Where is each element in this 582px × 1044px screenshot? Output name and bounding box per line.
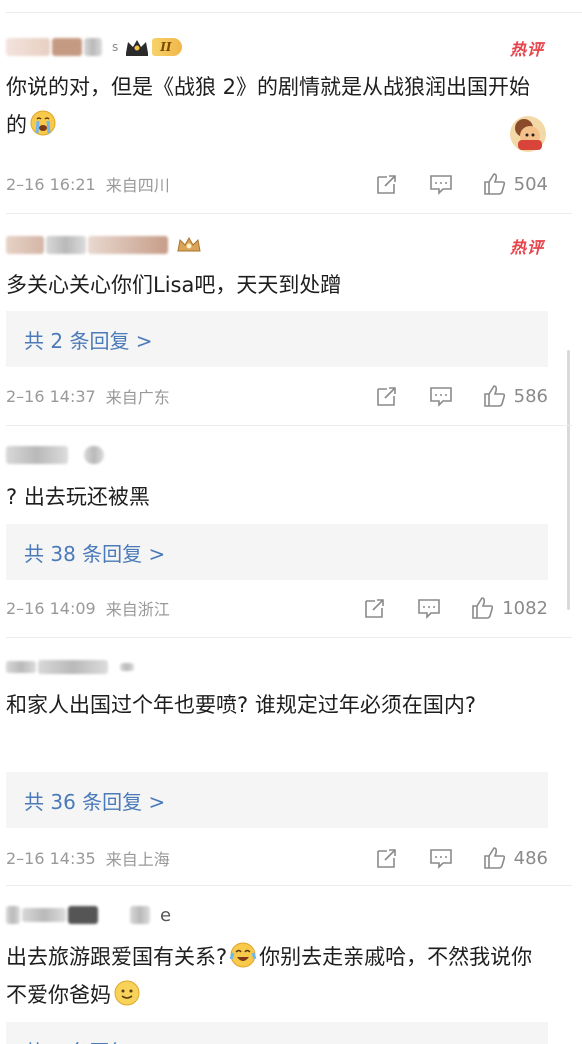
laughing-crying-emoji <box>229 942 257 968</box>
comment-icon[interactable] <box>428 845 454 871</box>
comment-actions: 1082 <box>362 594 548 622</box>
comment-actions: 486 <box>374 844 548 872</box>
comment-meta: 2–16 14:09 来自浙江 1082 <box>6 594 548 622</box>
username[interactable] <box>6 444 106 466</box>
username[interactable] <box>6 234 202 256</box>
comment-icon[interactable] <box>428 171 454 197</box>
replies-link[interactable]: 共 38 条回复 > <box>6 524 548 580</box>
smile-emoji <box>114 980 140 1006</box>
level-badge: II <box>152 38 182 56</box>
hot-comment-label: 热评 <box>509 238 544 257</box>
comment-item: s II 热评 你说的对，但是《战狼 2》的剧情就是从战狼润出国开始的 2–16… <box>0 14 582 214</box>
comment-meta: 2–16 14:37 来自广东 586 <box>6 382 548 410</box>
crying-face-emoji <box>30 110 56 136</box>
like-count: 504 <box>513 173 548 195</box>
comment-item: ? 出去玩还被黑 共 38 条回复 > 2–16 14:09 来自浙江 1082 <box>0 426 582 638</box>
comment-date: 2–16 14:37 <box>6 386 96 406</box>
username[interactable]: s II <box>6 36 182 58</box>
comment-date: 2–16 16:21 <box>6 174 96 194</box>
username[interactable] <box>6 656 136 678</box>
like-icon[interactable] <box>470 595 496 621</box>
sticker-icon[interactable] <box>508 114 548 154</box>
comment-date: 2–16 14:09 <box>6 598 96 618</box>
comment-location: 来自上海 <box>105 850 170 869</box>
comment-icon[interactable] <box>428 383 454 409</box>
like-count: 586 <box>513 385 548 407</box>
like-count: 486 <box>513 847 548 869</box>
hot-comment-label: 热评 <box>509 40 544 59</box>
like-icon[interactable] <box>482 845 508 871</box>
comment-meta: 2–16 14:35 来自上海 486 <box>6 844 548 872</box>
comment-location: 来自广东 <box>105 388 170 407</box>
comment-date: 2–16 14:35 <box>6 848 96 868</box>
comment-icon[interactable] <box>416 595 442 621</box>
comment-item: 和家人出国过个年也要喷? 谁规定过年必须在国内? 共 36 条回复 > 2–16… <box>0 638 582 886</box>
like-icon[interactable] <box>482 171 508 197</box>
username-suffix: e <box>160 904 172 926</box>
forward-icon[interactable] <box>362 595 388 621</box>
comment-text[interactable]: 和家人出国过个年也要喷? 谁规定过年必须在国内? <box>6 686 546 724</box>
comment-item: e 出去旅游跟爱国有关系? 你别去走亲戚哈，不然我说你不爱你爸妈 共 5 条回复 <box>0 886 582 1044</box>
username[interactable]: e <box>6 904 171 926</box>
comment-item: 热评 多关心关心你们Lisa吧，天天到处蹭 共 2 条回复 > 2–16 14:… <box>0 214 582 426</box>
comment-meta: 2–16 16:21 来自四川 504 <box>6 170 548 198</box>
forward-icon[interactable] <box>374 383 400 409</box>
comment-feed: s II 热评 你说的对，但是《战狼 2》的剧情就是从战狼润出国开始的 2–16… <box>0 0 582 1044</box>
like-count: 1082 <box>502 597 548 619</box>
crown-icon <box>177 236 201 252</box>
comment-location: 来自四川 <box>105 176 170 195</box>
comment-text-content: 你说的对，但是《战狼 2》的剧情就是从战狼润出国开始的 <box>6 75 531 137</box>
forward-icon[interactable] <box>374 171 400 197</box>
top-divider <box>6 12 582 13</box>
comment-actions: 504 <box>374 170 548 198</box>
forward-icon[interactable] <box>374 845 400 871</box>
comment-text[interactable]: 出去旅游跟爱国有关系? 你别去走亲戚哈，不然我说你不爱你爸妈 <box>6 938 546 1014</box>
comment-text[interactable]: 你说的对，但是《战狼 2》的剧情就是从战狼润出国开始的 <box>6 68 546 144</box>
username-suffix: s <box>112 40 119 54</box>
comment-actions: 586 <box>374 382 548 410</box>
replies-link[interactable]: 共 5 条回复 <box>6 1022 548 1044</box>
comment-text[interactable]: ? 出去玩还被黑 <box>6 478 546 516</box>
like-icon[interactable] <box>482 383 508 409</box>
crown-icon <box>126 40 149 56</box>
comment-location: 来自浙江 <box>105 600 170 619</box>
replies-link[interactable]: 共 36 条回复 > <box>6 772 548 828</box>
comment-text[interactable]: 多关心关心你们Lisa吧，天天到处蹭 <box>6 266 546 304</box>
replies-link[interactable]: 共 2 条回复 > <box>6 311 548 367</box>
